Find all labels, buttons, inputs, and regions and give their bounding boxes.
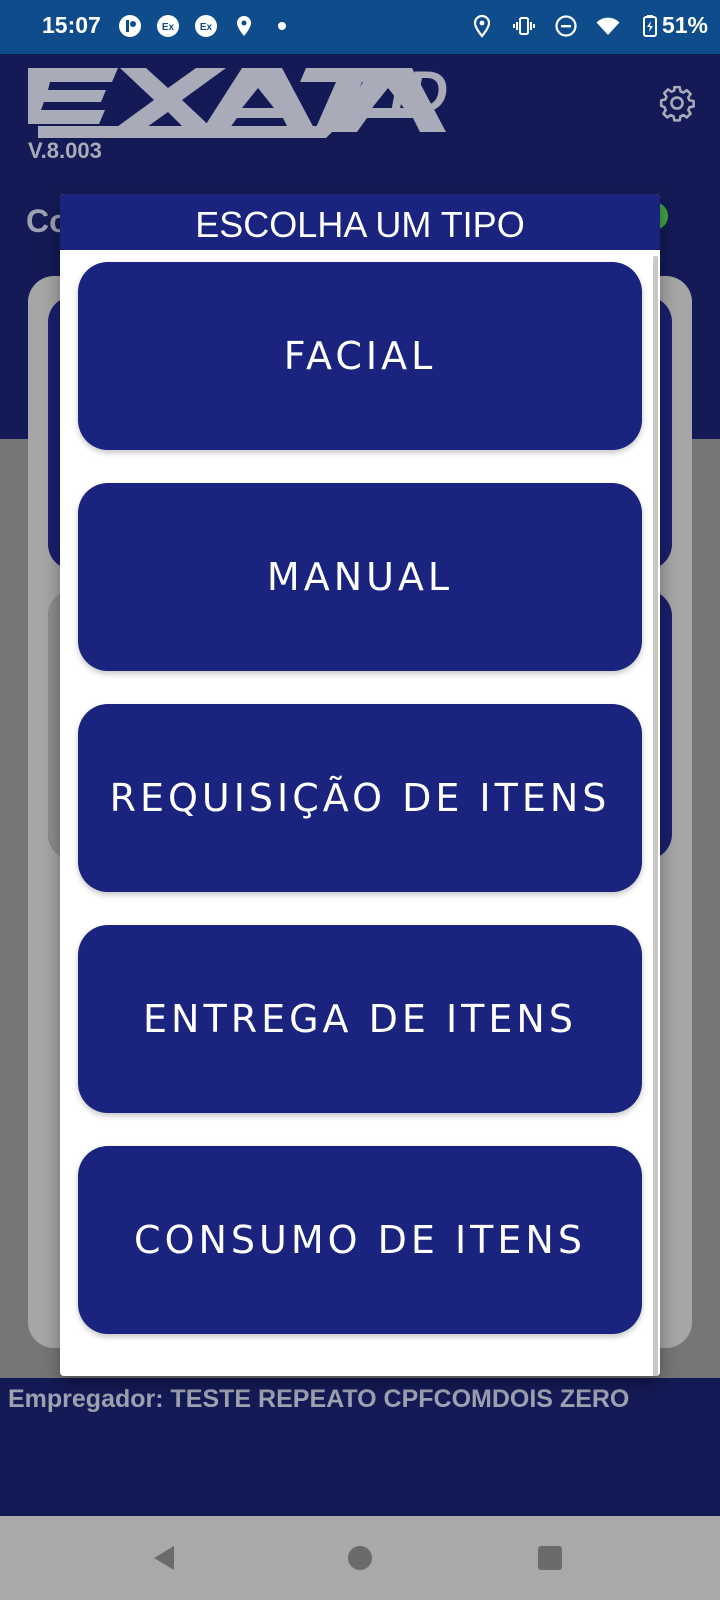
back-icon[interactable]	[146, 1538, 186, 1578]
dot-icon	[278, 22, 286, 30]
exata-id-logo: ID	[28, 60, 448, 138]
svg-text:Ex: Ex	[162, 22, 175, 33]
battery-percentage: 51%	[661, 12, 708, 38]
dialog-title: ESCOLHA UM TIPO	[60, 194, 660, 250]
status-bar: 15:07 Ex Ex 51%	[0, 0, 720, 54]
ex-app-icon: Ex	[195, 15, 217, 37]
status-time: 15:07	[42, 12, 101, 38]
app-version: V.8.003	[28, 138, 102, 163]
app-notification-icon	[119, 15, 141, 37]
battery-charging-icon	[643, 15, 657, 37]
recents-icon[interactable]	[530, 1538, 570, 1578]
ex-app-icon: Ex	[157, 15, 179, 37]
wifi-icon	[596, 17, 620, 35]
requisicao-itens-button[interactable]: REQUISIÇÃO DE ITENS	[78, 704, 642, 892]
svg-text:Ex: Ex	[200, 22, 213, 33]
do-not-disturb-icon	[555, 15, 577, 37]
manual-button[interactable]: MANUAL	[78, 483, 642, 671]
entrega-itens-button[interactable]: ENTREGA DE ITENS	[78, 925, 642, 1113]
home-icon[interactable]	[340, 1538, 380, 1578]
system-icons	[470, 14, 662, 38]
svg-text:ID: ID	[390, 60, 448, 125]
location-icon	[473, 14, 491, 38]
facial-button[interactable]: FACIAL	[78, 262, 642, 450]
employer-label: Empregador: TESTE REPEATO CPFCOMDOIS ZER…	[8, 1385, 630, 1413]
gear-icon[interactable]	[658, 84, 696, 122]
options-list: FACIAL MANUAL REQUISIÇÃO DE ITENS ENTREG…	[60, 250, 660, 1350]
navigation-bar	[0, 1516, 720, 1600]
notification-icons: Ex Ex	[118, 14, 294, 38]
consumo-itens-button[interactable]: CONSUMO DE ITENS	[78, 1146, 642, 1334]
location-pin-icon	[237, 16, 251, 36]
choose-type-dialog: ESCOLHA UM TIPO FACIAL MANUAL REQUISIÇÃO…	[60, 194, 660, 1376]
vibrate-icon	[513, 17, 535, 35]
